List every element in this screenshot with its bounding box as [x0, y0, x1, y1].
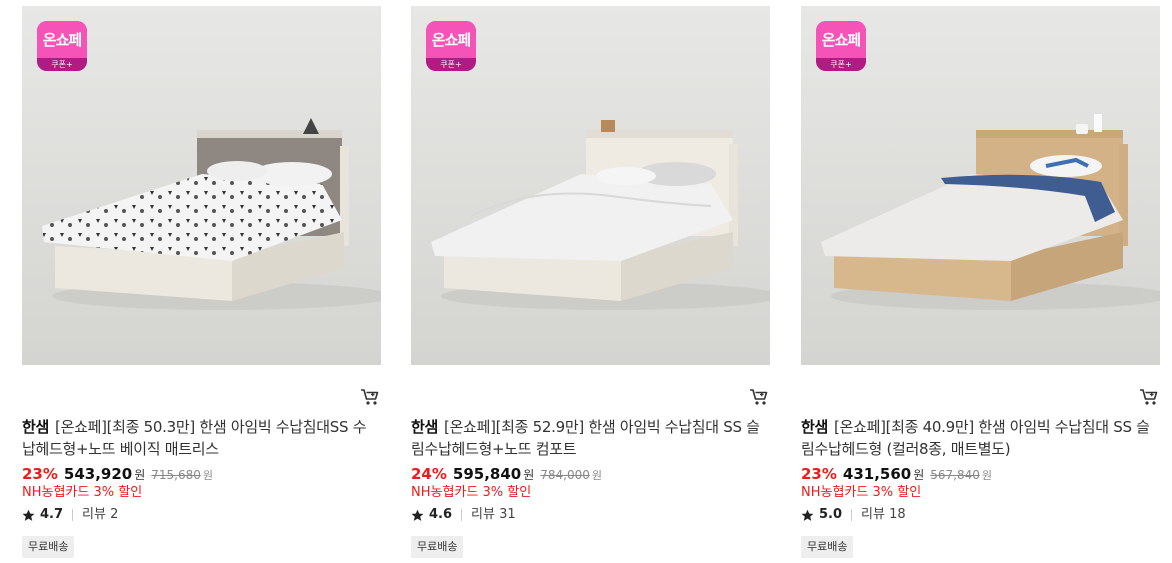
price-row: 23% 431,560 원 567,840 원 — [801, 464, 992, 484]
product-card[interactable]: 온쇼페 쿠폰+ 한샘 [온쇼페][최종 40.9만] 한샘 아임빅 수납침대 SS… — [801, 6, 1161, 563]
discount-rate: 24% — [411, 465, 447, 483]
badge-label: 온쇼페 — [37, 21, 87, 58]
original-price-unit: 원 — [591, 469, 603, 482]
badge-sub-label: 쿠폰+ — [426, 58, 476, 71]
badge-label: 온쇼페 — [816, 21, 866, 58]
rating-score: 5.0 — [819, 507, 843, 522]
rating-row: 5.0 리뷰 18 — [801, 506, 906, 524]
coupon-badge: 온쇼페 쿠폰+ — [426, 21, 476, 71]
cart-icon[interactable] — [1139, 388, 1159, 406]
brand-name: 한샘 — [22, 418, 50, 436]
review-count[interactable]: 리뷰 18 — [861, 506, 906, 524]
price-row: 23% 543,920 원 715,680 원 — [22, 464, 213, 484]
rating-row: 4.7 리뷰 2 — [22, 506, 118, 524]
free-shipping-tag: 무료배송 — [411, 536, 464, 558]
free-shipping-tag: 무료배송 — [22, 536, 75, 558]
sale-price: 595,840 — [452, 465, 522, 483]
badge-sub-label: 쿠폰+ — [816, 58, 866, 71]
discount-rate: 23% — [801, 465, 837, 483]
product-grid: 온쇼페 쿠폰+ 한샘 [온쇼페][최종 50.3만] 한샘 아임빅 수납침대SS … — [22, 6, 1172, 563]
rating-score: 4.6 — [429, 507, 453, 522]
divider — [851, 509, 853, 521]
product-card[interactable]: 온쇼페 쿠폰+ 한샘 [온쇼페][최종 52.9만] 한샘 아임빅 수납침대 SS… — [411, 6, 771, 563]
discount-rate: 23% — [22, 465, 58, 483]
cart-icon[interactable] — [360, 388, 380, 406]
star-icon — [411, 509, 424, 521]
price-unit: 원 — [913, 468, 925, 482]
original-price: 567,840 — [930, 468, 980, 482]
coupon-badge: 온쇼페 쿠폰+ — [37, 21, 87, 71]
price-row: 24% 595,840 원 784,000 원 — [411, 464, 602, 484]
product-title[interactable]: 한샘 [온쇼페][최종 52.9만] 한샘 아임빅 수납침대 SS 슬림수납헤드형… — [411, 416, 763, 460]
product-card[interactable]: 온쇼페 쿠폰+ 한샘 [온쇼페][최종 50.3만] 한샘 아임빅 수납침대SS … — [22, 6, 382, 563]
card-promo: NH농협카드 3% 할인 — [411, 485, 532, 500]
card-promo: NH농협카드 3% 할인 — [801, 485, 922, 500]
cart-icon[interactable] — [749, 388, 769, 406]
brand-name: 한샘 — [411, 418, 439, 436]
product-image[interactable]: 온쇼페 쿠폰+ — [801, 6, 1160, 365]
divider — [461, 509, 463, 521]
brand-name: 한샘 — [801, 418, 829, 436]
coupon-badge: 온쇼페 쿠폰+ — [816, 21, 866, 71]
product-image[interactable]: 온쇼페 쿠폰+ — [411, 6, 770, 365]
product-name: [온쇼페][최종 40.9만] 한샘 아임빅 수납침대 SS 슬림수납헤드형 (… — [801, 418, 1150, 458]
price-unit: 원 — [134, 468, 146, 482]
review-count[interactable]: 리뷰 2 — [82, 506, 118, 524]
product-image[interactable]: 온쇼페 쿠폰+ — [22, 6, 381, 365]
free-shipping-tag: 무료배송 — [801, 536, 854, 558]
review-count[interactable]: 리뷰 31 — [471, 506, 516, 524]
original-price-unit: 원 — [981, 469, 993, 482]
star-icon — [22, 509, 35, 521]
price-unit: 원 — [523, 468, 535, 482]
product-title[interactable]: 한샘 [온쇼페][최종 40.9만] 한샘 아임빅 수납침대 SS 슬림수납헤드형… — [801, 416, 1153, 460]
product-name: [온쇼페][최종 52.9만] 한샘 아임빅 수납침대 SS 슬림수납헤드형+노… — [411, 418, 760, 458]
original-price: 715,680 — [151, 468, 201, 482]
rating-score: 4.7 — [40, 507, 64, 522]
divider — [72, 509, 74, 521]
badge-sub-label: 쿠폰+ — [37, 58, 87, 71]
badge-label: 온쇼페 — [426, 21, 476, 58]
card-promo: NH농협카드 3% 할인 — [22, 485, 143, 500]
sale-price: 431,560 — [842, 465, 912, 483]
product-title[interactable]: 한샘 [온쇼페][최종 50.3만] 한샘 아임빅 수납침대SS 수납헤드형+노뜨… — [22, 416, 374, 460]
star-icon — [801, 509, 814, 521]
rating-row: 4.6 리뷰 31 — [411, 506, 516, 524]
product-name: [온쇼페][최종 50.3만] 한샘 아임빅 수납침대SS 수납헤드형+노뜨 베… — [22, 418, 367, 458]
original-price: 784,000 — [540, 468, 590, 482]
original-price-unit: 원 — [202, 469, 214, 482]
sale-price: 543,920 — [63, 465, 133, 483]
